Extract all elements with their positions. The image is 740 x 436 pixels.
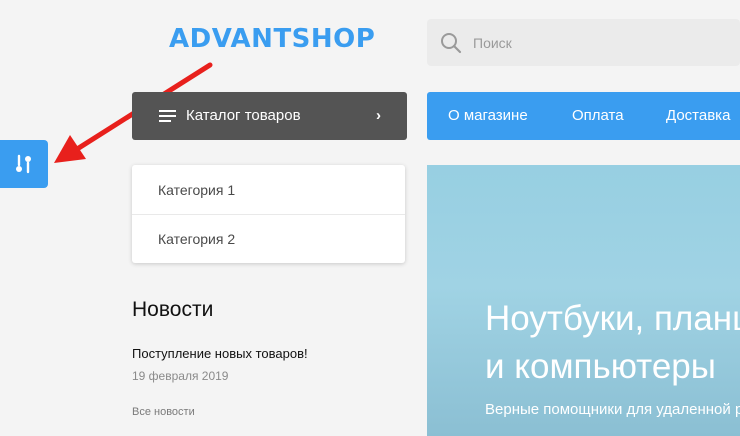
nav-item-payment[interactable]: Оплата (572, 107, 624, 124)
top-nav: О магазине Оплата Доставка (427, 92, 740, 140)
nav-item-delivery[interactable]: Доставка (666, 107, 730, 124)
promo-banner[interactable]: Ноутбуки, планшеты и компьютеры Верные п… (427, 165, 740, 436)
news-item-date: 19 февраля 2019 (132, 369, 229, 383)
search-bar[interactable] (427, 19, 740, 66)
search-icon (441, 33, 462, 54)
news-heading: Новости (132, 298, 214, 321)
search-input[interactable] (473, 19, 733, 66)
chevron-right-icon: › (376, 107, 381, 124)
catalog-label: Каталог товаров (186, 107, 301, 124)
news-item-title[interactable]: Поступление новых товаров! (132, 346, 308, 361)
banner-title-line-2: и компьютеры (485, 347, 716, 386)
banner-subtitle: Верные помощники для удаленной работы (485, 401, 740, 418)
catalog-button[interactable]: Каталог товаров › (132, 92, 407, 140)
category-item[interactable]: Категория 2 (132, 215, 405, 263)
category-list: Категория 1 Категория 2 (132, 165, 405, 263)
nav-item-about[interactable]: О магазине (448, 107, 528, 124)
site-logo[interactable]: ADVANTSHOP (169, 24, 375, 54)
settings-sliders-icon (16, 154, 31, 174)
all-news-link[interactable]: Все новости (132, 406, 195, 418)
category-item[interactable]: Категория 1 (132, 166, 405, 214)
banner-title-line-1: Ноутбуки, планшеты (485, 299, 740, 338)
menu-icon (159, 110, 176, 122)
